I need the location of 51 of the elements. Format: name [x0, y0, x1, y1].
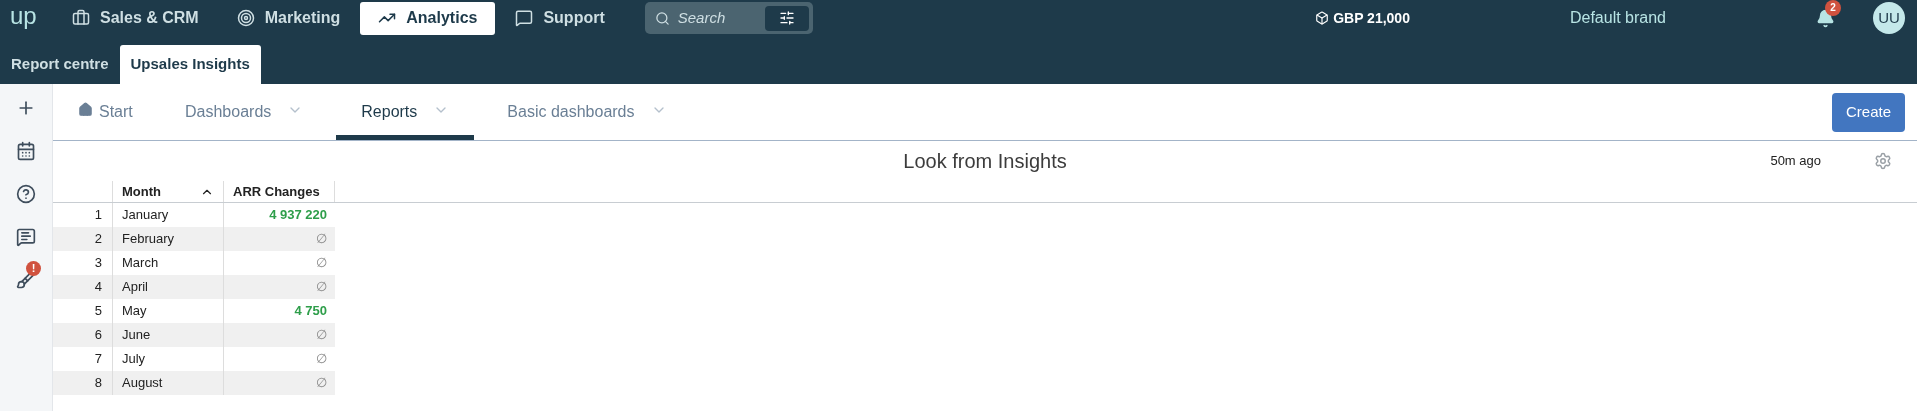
table-cell: ∅ — [223, 275, 335, 299]
chat-icon[interactable] — [16, 227, 36, 247]
column-header[interactable]: Month — [112, 181, 223, 202]
search-field[interactable]: Search — [677, 6, 742, 30]
subnav-tab[interactable]: Upsales Insights — [119, 45, 261, 84]
row-number: 7 — [93, 350, 103, 369]
nav-tab[interactable]: Analytics — [360, 1, 496, 35]
filter-button[interactable] — [764, 5, 809, 31]
table-cell: ∅ — [223, 227, 335, 251]
nav-tab[interactable]: Marketing — [218, 1, 359, 35]
nav-tab[interactable]: Support — [497, 1, 623, 35]
brand-selector[interactable]: Default brand — [1569, 6, 1666, 30]
row-number: 1 — [93, 206, 103, 225]
create-button[interactable]: Create — [1832, 92, 1905, 132]
row-number: 6 — [93, 326, 103, 345]
row-number: 5 — [93, 302, 103, 321]
target-icon — [236, 9, 255, 27]
home-icon — [78, 102, 93, 117]
logo[interactable]: up — [10, 4, 44, 32]
table-cell: ∅ — [223, 371, 335, 395]
box-icon — [1315, 11, 1330, 25]
nav-tab[interactable]: Sales & CRM — [54, 1, 217, 35]
search-bar[interactable]: Search — [644, 2, 813, 34]
updated-time: 50m ago — [1770, 152, 1821, 171]
row-number: 8 — [93, 374, 103, 393]
help-icon[interactable] — [16, 184, 36, 204]
report-tab[interactable]: Dashboards — [160, 84, 329, 140]
report-tab[interactable]: Reports — [336, 84, 475, 140]
table-cell: ∅ — [223, 323, 335, 347]
settings-icon[interactable] — [1874, 152, 1892, 170]
row-number: 2 — [93, 230, 103, 249]
column-header[interactable]: ARR Changes — [223, 181, 335, 202]
report-tab[interactable]: Start — [53, 84, 160, 140]
search-icon — [654, 10, 670, 26]
chat-icon — [515, 9, 534, 27]
avatar[interactable]: UU — [1873, 2, 1905, 34]
briefcase-icon — [72, 9, 90, 27]
table-cell: June — [112, 323, 223, 347]
alert-badge: ! — [26, 261, 41, 276]
credits-label[interactable]: GBP 21,000 — [1315, 7, 1410, 29]
row-number: 4 — [93, 278, 103, 297]
notification-badge: 2 — [1825, 0, 1841, 16]
row-number: 3 — [93, 254, 103, 273]
subnav-tab[interactable]: Report centre — [0, 45, 120, 84]
table-cell: April — [112, 275, 223, 299]
table-cell: August — [112, 371, 223, 395]
report-tab[interactable]: Basic dashboards — [482, 84, 692, 140]
calendar-icon[interactable] — [16, 141, 36, 161]
sliders-icon — [778, 10, 795, 26]
report-title: Look from Insights — [903, 149, 1067, 174]
table-cell: February — [112, 227, 223, 251]
